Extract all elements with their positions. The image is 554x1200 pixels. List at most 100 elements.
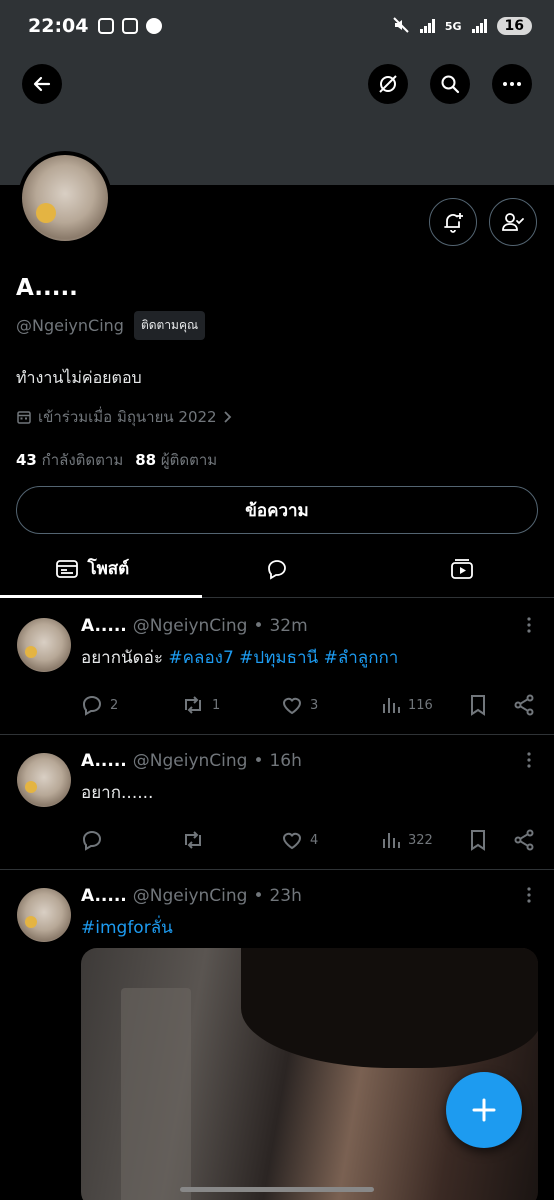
following-label: กำลังติดตาม [41,451,124,469]
signal-icon-2 [471,19,487,33]
bookmark-button[interactable] [469,829,513,851]
profile-name: A..... [16,275,78,301]
facebook-icon [146,18,163,34]
home-indicator[interactable] [180,1187,374,1192]
retweet-icon [185,696,201,714]
tweet-text-plain: อยากนัดอ่ะ [81,648,169,668]
tweet-avatar[interactable] [17,888,71,942]
tweet-item[interactable]: A..... @NgeiynCing • 32m อยากนัดอ่ะ #คลอ… [0,600,554,735]
retweet-button[interactable] [181,829,281,851]
tweet-author-handle: @NgeiynCing [132,886,248,906]
notifications-subscribe-button[interactable] [429,198,477,246]
share-icon [514,829,534,851]
following-button[interactable] [489,198,537,246]
follow-counts: 43 กำลังติดตาม 88 ผู้ติดตาม [16,448,217,472]
tweet-actions: 2 1 3 116 [81,694,541,716]
search-button[interactable] [430,64,470,104]
followers-count: 88 [135,451,157,469]
heart-icon [282,832,302,850]
view-count: 116 [408,697,433,713]
more-vertical-icon [527,752,531,768]
reply-bubble-icon [268,559,286,580]
following-count: 43 [16,451,37,469]
tweet-time: 16h [269,751,302,771]
message-button[interactable]: ข้อความ [16,486,538,534]
media-background [121,988,191,1200]
handle-row: @NgeiynCing ติดตามคุณ [16,311,206,340]
search-icon [441,75,460,94]
reply-icon [82,696,102,716]
status-bar: 22:04 5G 16 [0,0,554,52]
tweet-avatar[interactable] [17,753,71,807]
chevron-right-icon [223,411,231,423]
like-count: 3 [310,697,319,713]
like-count: 4 [310,832,319,848]
screenshot-icon [98,18,115,34]
reply-count: 2 [110,697,119,713]
like-button[interactable]: 4 [281,829,381,851]
tweet-item[interactable]: A..... @NgeiynCing • 16h อยาก...... 4 32… [0,735,554,870]
tweet-avatar[interactable] [17,618,71,672]
reply-button[interactable]: 2 [81,694,181,716]
arrow-left-icon [33,76,51,92]
profile-avatar[interactable] [18,151,112,245]
tweet-time: 32m [269,616,308,636]
back-button[interactable] [22,64,62,104]
bookmark-icon [471,830,485,851]
tweet-author-handle: @NgeiynCing [132,616,248,636]
bookmark-icon [471,695,485,716]
more-options-button[interactable] [492,64,532,104]
user-check-icon [502,213,524,231]
follows-you-badge: ติดตามคุณ [133,311,206,340]
tweet-more-button[interactable] [526,886,532,904]
tweet-header: A..... @NgeiynCing • 23h [81,886,302,906]
more-horizontal-icon [503,82,521,86]
mute-icon [392,16,410,37]
share-icon [514,694,534,716]
followers-link[interactable]: 88 ผู้ติดตาม [135,448,217,472]
tweet-hashtags[interactable]: #imgforลั่น [81,918,173,938]
tab-posts[interactable]: โพสต์ [0,540,202,598]
analytics-icon [383,698,400,713]
tweet-more-button[interactable] [526,616,532,634]
network-label: 5G [444,19,462,33]
grok-button[interactable] [368,64,408,104]
retweet-count: 1 [212,697,221,713]
share-button[interactable] [513,694,535,716]
bookmark-button[interactable] [469,694,513,716]
tweet-text-plain: อยาก...... [81,783,154,803]
tab-replies[interactable] [185,540,370,597]
reply-icon [82,831,102,851]
tweet-header: A..... @NgeiynCing • 16h [81,751,302,771]
like-button[interactable]: 3 [281,694,381,716]
tweet-author-name: A..... [81,616,127,636]
view-count: 322 [408,832,433,848]
tweet-actions: 4 322 [81,829,541,851]
following-link[interactable]: 43 กำลังติดตาม [16,448,123,472]
joined-date[interactable]: เข้าร่วมเมื่อ มิถุนายน 2022 [16,405,233,429]
reply-button[interactable] [81,829,181,851]
calendar-icon [17,411,31,424]
tweet-more-button[interactable] [526,751,532,769]
compose-button[interactable] [446,1072,522,1148]
media-icon [450,558,473,579]
tweet-text: #imgforลั่น [81,914,173,941]
tweet-dot: • [253,616,264,636]
profile-tabs: โพสต์ [0,540,554,598]
tweet-author-handle: @NgeiynCing [132,751,248,771]
plus-icon [472,1098,496,1122]
tab-media[interactable] [369,540,554,597]
retweet-icon [185,831,201,849]
views-button[interactable]: 116 [381,695,469,715]
share-button[interactable] [513,829,535,851]
views-button[interactable]: 322 [381,830,469,850]
status-right: 5G 16 [392,16,532,37]
heart-icon [282,697,302,715]
instagram-icon [122,18,139,34]
status-time: 22:04 [28,15,89,37]
tweet-text: อยากนัดอ่ะ #คลอง7 #ปทุมธานี #ลำลูกกา [81,644,398,671]
tweet-hashtags[interactable]: #คลอง7 #ปทุมธานี #ลำลูกกา [168,648,398,668]
retweet-button[interactable]: 1 [181,694,281,716]
signal-icon [419,19,435,33]
posts-icon [56,559,79,578]
